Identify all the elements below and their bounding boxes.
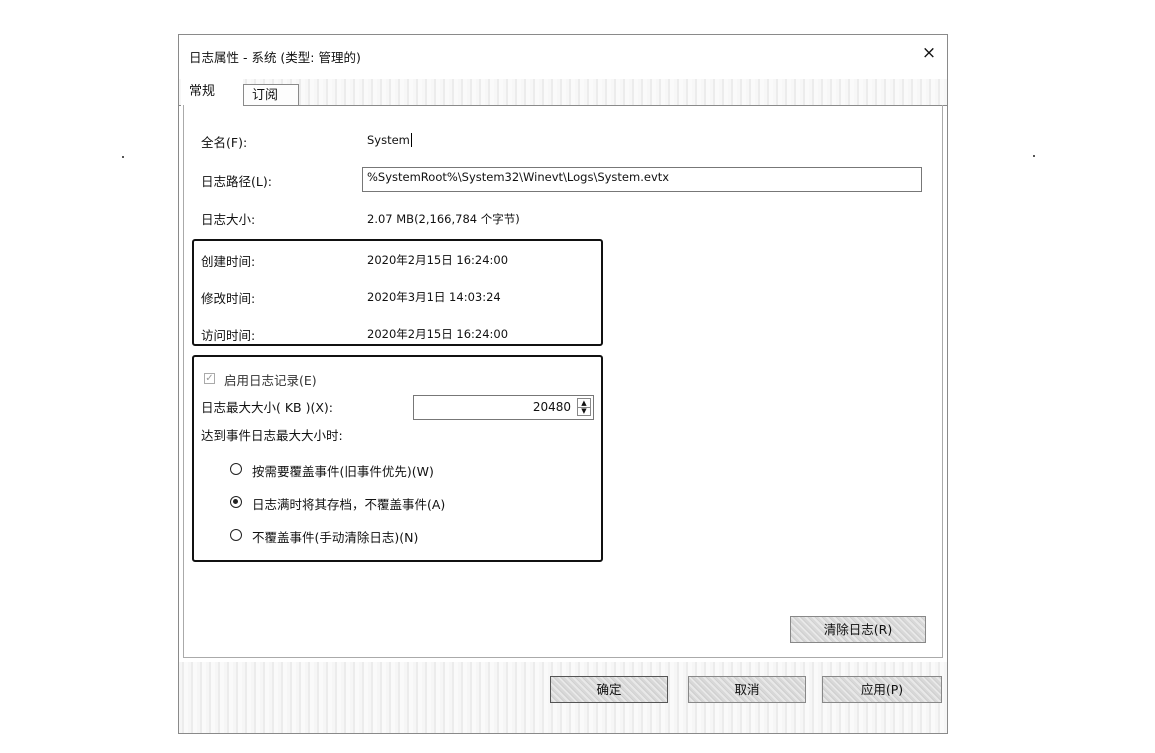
tab-subscriptions[interactable]: 订阅 xyxy=(243,84,299,105)
log-path-value: %SystemRoot%\System32\Winevt\Logs\System… xyxy=(367,170,670,184)
dialog-footer: 确定 取消 应用(P) xyxy=(179,662,947,733)
spin-buttons: ▲ ▼ xyxy=(577,398,591,416)
do-not-overwrite-radio[interactable] xyxy=(230,529,242,541)
modified-label: 修改时间: xyxy=(201,291,256,306)
chevron-down-icon[interactable]: ▼ xyxy=(578,407,590,415)
accessed-label: 访问时间: xyxy=(201,328,256,343)
apply-button[interactable]: 应用(P) xyxy=(822,676,942,703)
log-size-label: 日志大小: xyxy=(201,212,256,227)
radio-selected-dot xyxy=(233,499,238,504)
accessed-value: 2020年2月15日 16:24:00 xyxy=(367,327,509,341)
enable-logging-checkbox[interactable]: ✓ xyxy=(204,373,215,384)
full-name-label: 全名(F): xyxy=(201,135,248,150)
general-tab-panel: 全名(F): System 日志路径(L): %SystemRoot%\Syst… xyxy=(183,105,943,658)
modified-value: 2020年3月1日 14:03:24 xyxy=(367,290,501,304)
log-properties-dialog: 日志属性 - 系统 (类型: 管理的) × 常规 订阅 全名(F): Syste… xyxy=(178,34,948,734)
full-name-text: System xyxy=(367,133,410,147)
tab-general[interactable]: 常规 xyxy=(181,79,243,106)
title-bar: 日志属性 - 系统 (类型: 管理的) × xyxy=(179,35,947,75)
max-size-label: 日志最大大小( KB )(X): xyxy=(201,400,334,415)
log-path-label: 日志路径(L): xyxy=(201,174,272,189)
max-size-value: 20480 xyxy=(532,400,571,414)
created-value: 2020年2月15日 16:24:00 xyxy=(367,253,509,267)
scan-speck xyxy=(122,156,124,158)
dialog-title: 日志属性 - 系统 (类型: 管理的) xyxy=(189,50,361,65)
ok-button[interactable]: 确定 xyxy=(550,676,668,703)
scan-speck xyxy=(1033,155,1035,157)
overwrite-as-needed-label: 按需要覆盖事件(旧事件优先)(W) xyxy=(252,464,434,479)
log-path-field[interactable]: %SystemRoot%\System32\Winevt\Logs\System… xyxy=(362,167,922,192)
max-size-stepper[interactable]: 20480 ▲ ▼ xyxy=(413,395,594,420)
text-caret xyxy=(410,133,412,147)
enable-logging-label: 启用日志记录(E) xyxy=(224,373,317,388)
log-size-value: 2.07 MB(2,166,784 个字节) xyxy=(367,212,520,226)
full-name-value[interactable]: System xyxy=(367,133,412,147)
clear-log-button[interactable]: 清除日志(R) xyxy=(790,616,926,643)
archive-when-full-label: 日志满时将其存档，不覆盖事件(A) xyxy=(252,497,446,512)
on-max-size-label: 达到事件日志最大大小时: xyxy=(201,428,343,443)
archive-when-full-radio[interactable] xyxy=(230,496,242,508)
close-icon[interactable]: × xyxy=(917,41,941,65)
overwrite-as-needed-radio[interactable] xyxy=(230,463,242,475)
created-label: 创建时间: xyxy=(201,254,256,269)
do-not-overwrite-label: 不覆盖事件(手动清除日志)(N) xyxy=(252,530,419,545)
checkmark-icon: ✓ xyxy=(205,373,214,384)
cancel-button[interactable]: 取消 xyxy=(688,676,806,703)
tab-strip: 常规 订阅 xyxy=(179,79,947,106)
